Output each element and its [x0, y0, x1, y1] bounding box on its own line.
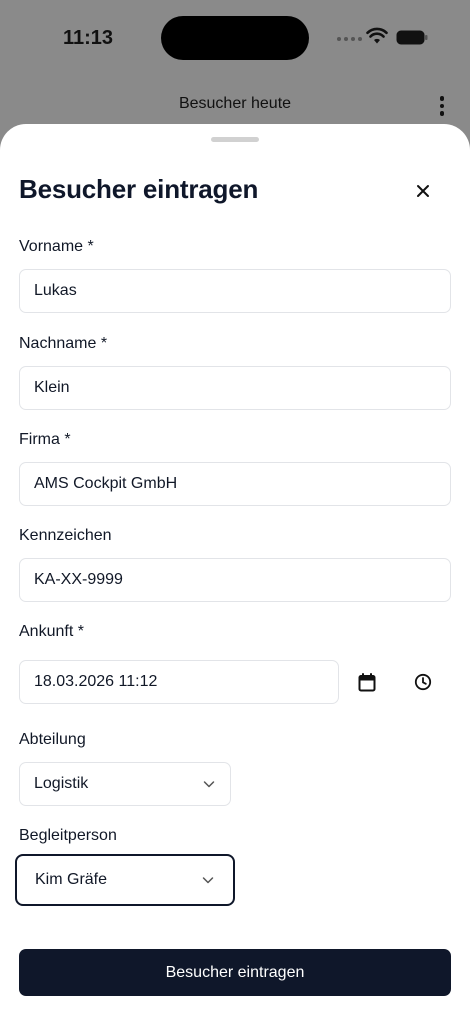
arrival-value: 18.03.2026 11:12 — [34, 673, 158, 690]
visitor-sheet: Besucher eintragen Vorname * Lukas Nachn… — [0, 124, 470, 1024]
cellular-signal-icon — [337, 37, 362, 41]
clock-icon — [414, 673, 432, 691]
plate-value: KA-XX-9999 — [34, 571, 123, 588]
sheet-title: Besucher eintragen — [19, 174, 259, 204]
department-select[interactable]: Logistik — [19, 762, 231, 806]
first-name-value: Lukas — [34, 282, 77, 299]
submit-button[interactable]: Besucher eintragen — [19, 949, 451, 996]
status-bar: 11:13 — [0, 0, 470, 80]
arrival-label: Ankunft * — [19, 623, 84, 640]
plate-field[interactable]: KA-XX-9999 — [19, 558, 451, 602]
status-time: 11:13 — [63, 27, 114, 49]
more-vertical-icon[interactable] — [432, 94, 452, 118]
last-name-field[interactable]: Klein — [19, 366, 451, 410]
escort-label: Begleitperson — [19, 827, 117, 844]
chevron-down-icon — [202, 877, 214, 884]
sheet-grabber[interactable] — [211, 137, 259, 142]
background-page-title: Besucher heute — [178, 95, 292, 112]
wifi-icon — [366, 27, 388, 44]
date-picker-button[interactable] — [354, 669, 380, 695]
close-icon — [417, 185, 429, 197]
time-picker-button[interactable] — [410, 669, 436, 695]
department-label: Abteilung — [19, 731, 86, 748]
battery-icon — [396, 30, 428, 45]
close-button[interactable] — [410, 178, 436, 204]
company-value: AMS Cockpit GmbH — [34, 475, 178, 492]
department-value: Logistik — [34, 775, 89, 792]
arrival-field[interactable]: 18.03.2026 11:12 — [19, 660, 339, 704]
plate-label: Kennzeichen — [19, 527, 112, 544]
dynamic-island — [161, 16, 309, 60]
escort-select[interactable]: Kim Gräfe — [15, 854, 235, 906]
chevron-down-icon — [203, 781, 215, 788]
company-field[interactable]: AMS Cockpit GmbH — [19, 462, 451, 506]
first-name-label: Vorname * — [19, 238, 94, 255]
last-name-value: Klein — [34, 379, 70, 396]
company-label: Firma * — [19, 431, 71, 448]
calendar-icon — [358, 672, 376, 691]
escort-value: Kim Gräfe — [35, 871, 108, 888]
last-name-label: Nachname * — [19, 335, 108, 352]
first-name-field[interactable]: Lukas — [19, 269, 451, 313]
